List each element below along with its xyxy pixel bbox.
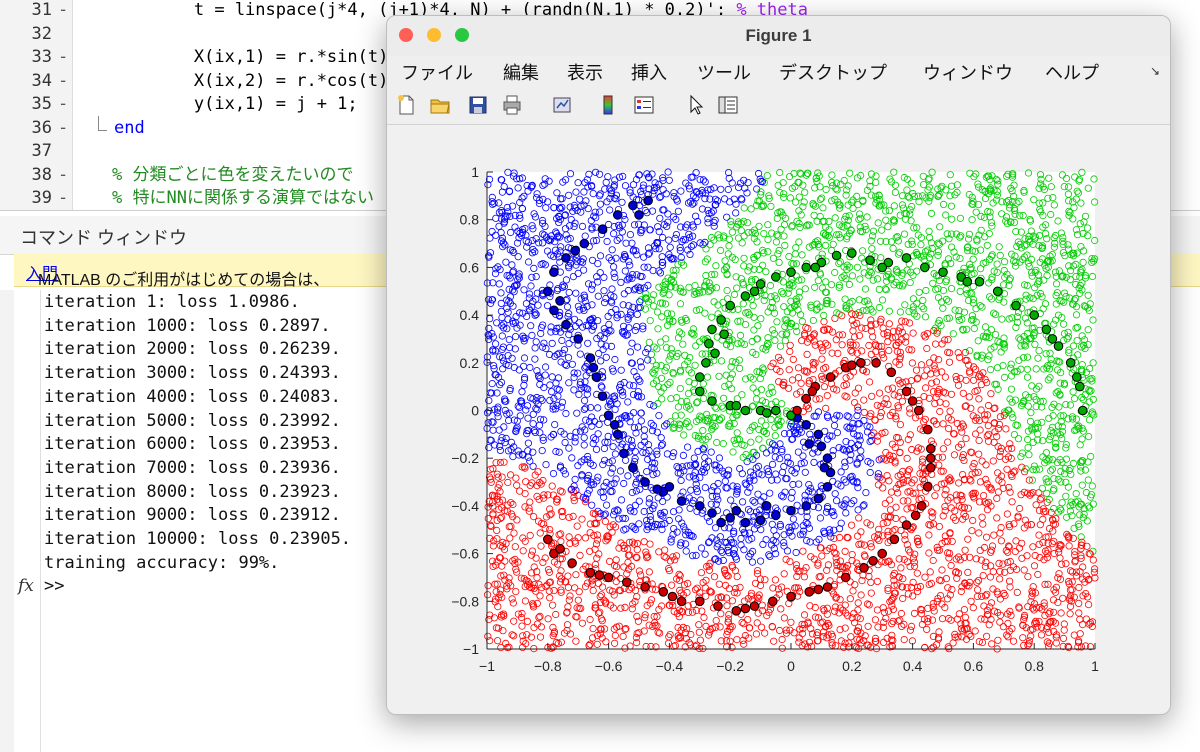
plot-area[interactable]: −1 −0.8 −0.6 −0.4 −0.2 0 0.2 0.4 0.6 0.8 1 1 0.8 0.6 0…: [387, 125, 1170, 714]
scatter-plot[interactable]: −1 −0.8 −0.6 −0.4 −0.2 0 0.2 0.4 0.6 0.8 110.80.60…: [387, 125, 1170, 714]
command-output-line: iteration 4000: loss 0.24083.: [44, 386, 341, 407]
line-number: 34: [31, 70, 52, 91]
breakpoint-marker[interactable]: -: [58, 186, 68, 210]
command-output-line: iteration 9000: loss 0.23912.: [44, 505, 341, 526]
code-statement: X(ix,2) = r.*cos(t);: [112, 70, 399, 91]
command-prompt[interactable]: >>: [44, 576, 64, 596]
command-output-line: iteration 5000: loss 0.23992.: [44, 410, 341, 431]
code-statement: y(ix,1) = j + 1;: [112, 94, 358, 114]
command-window-title: コマンド ウィンドウ: [20, 228, 188, 248]
menu-tools[interactable]: ツール: [697, 59, 751, 85]
figure-window[interactable]: Figure 1 ファイル 編集 表示 挿入 ツール デスクトップ ウィンドウ …: [386, 15, 1171, 715]
command-output-line: iteration 6000: loss 0.23953.: [44, 434, 341, 455]
print-icon[interactable]: [501, 94, 523, 116]
open-folder-icon[interactable]: [429, 94, 451, 116]
figure-title: Figure 1: [745, 26, 812, 45]
menu-edit[interactable]: 編集: [503, 59, 539, 85]
code-text: % 特にNNに関係する演算ではない: [112, 186, 374, 210]
command-output-line: iteration 8000: loss 0.23923.: [44, 481, 341, 502]
new-file-icon[interactable]: [395, 94, 417, 116]
figure-menubar: ファイル 編集 表示 挿入 ツール デスクトップ ウィンドウ ヘルプ ↘: [387, 56, 1170, 86]
menu-help[interactable]: ヘルプ: [1045, 59, 1099, 85]
line-number: 33: [31, 47, 52, 67]
figure-toolbar: [387, 88, 1170, 125]
line-number: 36: [31, 117, 52, 138]
menu-insert[interactable]: 挿入: [631, 59, 667, 85]
breakpoint-marker[interactable]: -: [58, 45, 68, 69]
code-comment: % 特にNNに関係する演算ではない: [112, 188, 374, 208]
command-output-line: training accuracy: 99%.: [44, 552, 280, 573]
code-comment: % 分類ごとに色を変えたいので: [112, 164, 354, 185]
command-output-line: iteration 10000: loss 0.23905.: [44, 529, 352, 549]
command-output-line: iteration 3000: loss 0.24393.: [44, 363, 341, 384]
line-number: 39: [31, 188, 52, 208]
code-text: X(ix,2) = r.*cos(t);: [112, 69, 399, 93]
line-number: 31: [31, 0, 52, 20]
menu-desktop[interactable]: デスクトップ: [779, 59, 887, 85]
breakpoint-marker[interactable]: -: [58, 163, 68, 187]
breakpoint-marker[interactable]: -: [58, 92, 68, 116]
code-statement: X(ix,1) = r.*sin(t);: [112, 47, 399, 67]
property-editor-icon[interactable]: [717, 94, 739, 116]
code-text: X(ix,1) = r.*sin(t);: [112, 45, 399, 69]
line-number: 32: [31, 23, 52, 44]
function-browser-icon[interactable]: fx: [18, 576, 34, 596]
command-output-line: iteration 1: loss 1.0986.: [44, 292, 300, 312]
command-output-line: iteration 1000: loss 0.2897.: [44, 315, 331, 336]
link-plot-icon[interactable]: [551, 94, 573, 116]
command-output-line: iteration 7000: loss 0.23936.: [44, 457, 341, 478]
fold-marker-icon[interactable]: [98, 116, 107, 131]
line-number: 38: [31, 164, 52, 185]
breakpoint-marker[interactable]: -: [58, 0, 68, 22]
command-window-left-margin: [0, 290, 14, 752]
code-text: end: [112, 116, 145, 140]
code-text: % 分類ごとに色を変えたいので: [112, 163, 353, 187]
code-statement: end: [114, 117, 145, 138]
command-output-line: iteration 2000: loss 0.26239.: [44, 339, 341, 360]
save-icon[interactable]: [467, 94, 489, 116]
figure-titlebar[interactable]: Figure 1: [387, 16, 1170, 56]
breakpoint-marker[interactable]: -: [58, 69, 68, 93]
line-number: 37: [31, 141, 52, 161]
breakpoint-marker[interactable]: -: [58, 116, 68, 140]
menu-window[interactable]: ウィンドウ: [923, 59, 1013, 85]
pointer-icon[interactable]: [685, 94, 707, 116]
colorbar-icon[interactable]: [597, 94, 619, 116]
notice-text: MATLAB のご利用がはじめての場合は、: [38, 272, 330, 289]
menu-view[interactable]: 表示: [567, 59, 603, 85]
menu-file[interactable]: ファイル: [401, 59, 473, 85]
code-text: y(ix,1) = j + 1;: [112, 92, 358, 116]
line-number: 35: [31, 94, 52, 114]
menu-overflow-icon[interactable]: ↘: [1150, 64, 1160, 78]
legend-icon[interactable]: [633, 94, 655, 116]
